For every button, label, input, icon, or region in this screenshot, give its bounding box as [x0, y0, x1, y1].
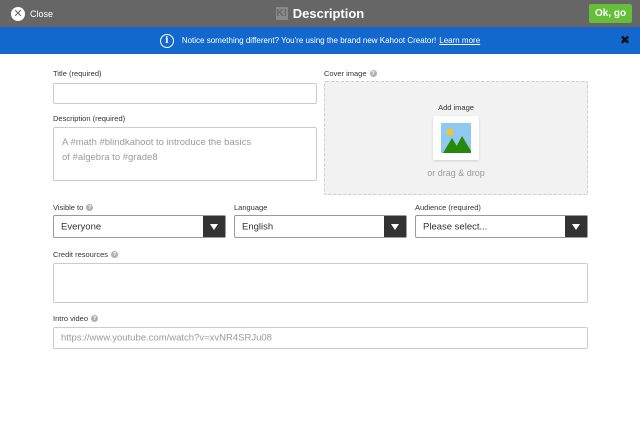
credit-resources-label: Credit resources ?: [53, 250, 119, 259]
cover-image-help-icon[interactable]: ?: [369, 70, 377, 77]
chevron-down-icon: [565, 216, 587, 237]
intro-video-help-icon[interactable]: ?: [91, 315, 99, 322]
add-image-label: Add image: [438, 103, 474, 112]
intro-video-input[interactable]: https://www.youtube.com/watch?v=xvNR4SRJ…: [53, 327, 588, 349]
intro-video-label: Intro video ?: [53, 314, 99, 323]
kahoot-logo-icon: K!: [275, 7, 288, 20]
visible-to-help-icon[interactable]: ?: [86, 204, 94, 211]
title-group: K! Description: [0, 0, 640, 27]
info-icon: i: [159, 33, 174, 48]
visible-to-select[interactable]: Everyone: [53, 215, 226, 238]
visible-to-value: Everyone: [61, 221, 102, 232]
ok-go-button[interactable]: Ok, go: [589, 4, 632, 23]
credit-resources-help-icon[interactable]: ?: [111, 251, 119, 258]
page-title: Description: [292, 6, 365, 21]
audience-value: Please select...: [423, 221, 488, 232]
language-value: English: [242, 221, 274, 232]
title-label-text: Title (required): [53, 69, 102, 78]
audience-label: Audience (required): [415, 203, 481, 212]
description-label-text: Description (required): [53, 114, 126, 123]
top-bar: ✕ Close K! Description Ok, go: [0, 0, 640, 27]
language-label: Language: [234, 203, 267, 212]
audience-select[interactable]: Please select...: [415, 215, 588, 238]
cover-image-dropzone[interactable]: Add image or drag & drop: [324, 81, 588, 195]
language-label-text: Language: [234, 203, 268, 212]
description-textarea[interactable]: A #math #blindkahoot to introduce the ba…: [53, 127, 317, 181]
intro-video-label-text: Intro video: [53, 314, 89, 323]
title-label: Title (required): [53, 69, 102, 78]
intro-video-placeholder: https://www.youtube.com/watch?v=xvNR4SRJ…: [61, 332, 272, 344]
visible-to-label: Visible to ?: [53, 203, 94, 212]
title-input[interactable]: [53, 83, 317, 104]
landscape-image-icon: [441, 123, 471, 153]
cover-image-label-text: Cover image: [324, 69, 367, 78]
description-placeholder: A #math #blindkahoot to introduce the ba…: [62, 135, 302, 165]
drag-drop-label: or drag & drop: [427, 168, 485, 178]
description-placeholder-line1: A #math #blindkahoot to introduce the ba…: [62, 137, 252, 148]
close-button[interactable]: ✕ Close: [11, 6, 53, 21]
credit-resources-label-text: Credit resources: [53, 250, 109, 259]
description-label: Description (required): [53, 114, 125, 123]
credit-resources-textarea[interactable]: [53, 263, 588, 303]
description-placeholder-line2: of #algebra to #grade8: [62, 152, 158, 163]
chevron-down-icon: [384, 216, 406, 237]
info-banner: i Notice something different? You're usi…: [0, 27, 640, 54]
learn-more-link[interactable]: Learn more: [439, 36, 480, 45]
close-label: Close: [30, 8, 54, 19]
image-placeholder-icon[interactable]: [433, 116, 479, 160]
audience-label-text: Audience (required): [415, 203, 481, 212]
close-icon: ✕: [11, 6, 25, 21]
language-select[interactable]: English: [234, 215, 407, 238]
cover-image-label: Cover image ?: [324, 69, 377, 78]
chevron-down-icon: [203, 216, 225, 237]
banner-text: Notice something different? You're using…: [181, 36, 437, 45]
visible-to-label-text: Visible to: [53, 203, 84, 212]
banner-close-icon[interactable]: ✖: [620, 34, 630, 46]
